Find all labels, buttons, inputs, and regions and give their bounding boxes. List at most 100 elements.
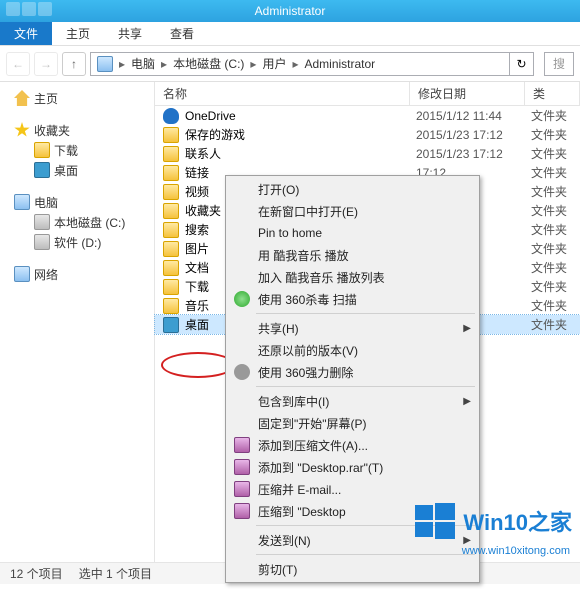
status-count: 12 个项目 xyxy=(10,565,63,582)
sidebar-label: 软件 (D:) xyxy=(54,234,101,251)
watermark-url: www.win10xitong.com xyxy=(462,545,570,557)
file-row[interactable]: 保存的游戏2015/1/23 17:12文件夹 xyxy=(155,125,580,144)
network-icon xyxy=(14,266,30,282)
file-row[interactable]: 联系人2015/1/23 17:12文件夹 xyxy=(155,144,580,163)
rar-icon xyxy=(234,459,250,475)
context-menu-item[interactable]: 加入 酷我音乐 播放列表 xyxy=(228,266,477,288)
sidebar-label: 收藏夹 xyxy=(34,122,70,139)
breadcrumb-seg[interactable]: Administrator xyxy=(300,57,379,71)
folder-icon xyxy=(163,184,179,200)
sidebar-item-downloads[interactable]: 下载 xyxy=(0,140,154,160)
file-type: 文件夹 xyxy=(531,126,567,143)
file-type: 文件夹 xyxy=(531,183,567,200)
up-button[interactable]: ↑ xyxy=(62,52,86,76)
windows-logo-icon xyxy=(413,499,457,543)
file-date: 2015/1/12 11:44 xyxy=(416,109,531,123)
forward-button[interactable]: → xyxy=(34,52,58,76)
context-menu-item[interactable]: 打开(O) xyxy=(228,178,477,200)
cloud-icon xyxy=(163,108,179,124)
breadcrumb-seg[interactable]: 用户 xyxy=(258,55,290,72)
tab-share[interactable]: 共享 xyxy=(104,22,156,45)
col-type[interactable]: 类 xyxy=(525,82,580,105)
address-bar[interactable]: ▸ 电脑 ▸ 本地磁盘 (C:) ▸ 用户 ▸ Administrator xyxy=(90,52,510,76)
breadcrumb-sep: ▸ xyxy=(159,57,169,71)
col-name[interactable]: 名称 xyxy=(155,82,410,105)
folder-icon xyxy=(163,203,179,219)
context-menu-item[interactable]: 包含到库中(I) ▶ xyxy=(228,390,477,412)
folder-icon xyxy=(163,241,179,257)
rar-icon xyxy=(234,503,250,519)
col-date[interactable]: 修改日期 xyxy=(410,82,525,105)
context-menu-label: 压缩并 E-mail... xyxy=(258,481,341,498)
context-menu-label: 固定到"开始"屏幕(P) xyxy=(258,415,367,432)
context-menu-item[interactable]: 使用 360强力删除 xyxy=(228,361,477,383)
file-type: 文件夹 xyxy=(531,221,567,238)
tab-home[interactable]: 主页 xyxy=(52,22,104,45)
rar-icon xyxy=(234,481,250,497)
folder-icon xyxy=(34,142,50,158)
context-menu-separator xyxy=(256,313,475,314)
file-type: 文件夹 xyxy=(531,107,567,124)
file-name: 联系人 xyxy=(185,145,416,162)
context-menu-item[interactable]: 用 酷我音乐 播放 xyxy=(228,244,477,266)
qat-icon[interactable] xyxy=(6,2,20,16)
breadcrumb-sep: ▸ xyxy=(248,57,258,71)
sidebar-label: 下载 xyxy=(54,142,78,159)
qat-icon[interactable] xyxy=(38,2,52,16)
sidebar-label: 网络 xyxy=(34,266,58,283)
breadcrumb-sep: ▸ xyxy=(117,57,127,71)
sidebar-home[interactable]: 主页 xyxy=(0,88,154,108)
sidebar-computer[interactable]: 电脑 xyxy=(0,192,154,212)
context-menu-label: 在新窗口中打开(E) xyxy=(258,203,358,220)
breadcrumb-seg[interactable]: 本地磁盘 (C:) xyxy=(169,55,248,72)
back-button[interactable]: ← xyxy=(6,52,30,76)
sidebar-item-drive-d[interactable]: 软件 (D:) xyxy=(0,232,154,252)
gear-icon xyxy=(234,364,250,380)
file-type: 文件夹 xyxy=(531,278,567,295)
context-menu-item[interactable]: 共享(H)▶ xyxy=(228,317,477,339)
context-menu-item[interactable]: 添加到压缩文件(A)... xyxy=(228,434,477,456)
pc-icon xyxy=(14,194,30,210)
sidebar-network[interactable]: 网络 xyxy=(0,264,154,284)
file-type: 文件夹 xyxy=(531,297,567,314)
sidebar-label: 主页 xyxy=(34,90,58,107)
context-menu-label: 压缩到 "Desktop xyxy=(258,503,346,520)
file-date: 2015/1/23 17:12 xyxy=(416,128,531,142)
tab-file[interactable]: 文件 xyxy=(0,22,52,45)
folder-icon xyxy=(163,279,179,295)
context-menu-item[interactable]: 固定到"开始"屏幕(P) xyxy=(228,412,477,434)
file-name: OneDrive xyxy=(185,109,416,123)
file-type: 文件夹 xyxy=(531,202,567,219)
column-header: 名称 修改日期 类 xyxy=(155,82,580,106)
context-menu-item[interactable]: 添加到 "Desktop.rar"(T) xyxy=(228,456,477,478)
quick-access-toolbar xyxy=(6,2,52,16)
context-menu-label: 添加到 "Desktop.rar"(T) xyxy=(258,459,383,476)
sidebar-favorites[interactable]: 收藏夹 xyxy=(0,120,154,140)
submenu-arrow-icon: ▶ xyxy=(463,396,471,407)
context-menu-item[interactable]: Pin to home xyxy=(228,222,477,244)
search-box[interactable]: 搜 xyxy=(544,52,574,76)
file-row[interactable]: OneDrive2015/1/12 11:44文件夹 xyxy=(155,106,580,125)
context-menu-item[interactable]: 在新窗口中打开(E) xyxy=(228,200,477,222)
context-menu-label: 还原以前的版本(V) xyxy=(258,342,358,359)
tab-view[interactable]: 查看 xyxy=(156,22,208,45)
file-type: 文件夹 xyxy=(531,164,567,181)
context-menu-separator xyxy=(256,554,475,555)
sidebar-item-drive-c[interactable]: 本地磁盘 (C:) xyxy=(0,212,154,232)
rar-icon xyxy=(234,437,250,453)
qat-icon[interactable] xyxy=(22,2,36,16)
watermark: Win10之家 xyxy=(413,499,572,543)
context-menu-label: 使用 360杀毒 扫描 xyxy=(258,291,357,308)
sidebar-item-desktop[interactable]: 桌面 xyxy=(0,160,154,180)
green-icon xyxy=(234,291,250,307)
context-menu-item[interactable]: 剪切(T) xyxy=(228,558,477,580)
nav-pane: 主页 收藏夹 下载 桌面 电脑 本地磁盘 (C:) xyxy=(0,82,155,562)
context-menu-label: 发送到(N) xyxy=(258,532,311,549)
context-menu-label: 包含到库中(I) xyxy=(258,393,329,410)
context-menu-item[interactable]: 还原以前的版本(V) xyxy=(228,339,477,361)
breadcrumb-seg[interactable]: 电脑 xyxy=(127,55,159,72)
ribbon-tabs: 文件 主页 共享 查看 xyxy=(0,22,580,46)
context-menu-item[interactable]: 压缩并 E-mail... xyxy=(228,478,477,500)
context-menu-item[interactable]: 使用 360杀毒 扫描 xyxy=(228,288,477,310)
refresh-button[interactable]: ↻ xyxy=(510,52,534,76)
